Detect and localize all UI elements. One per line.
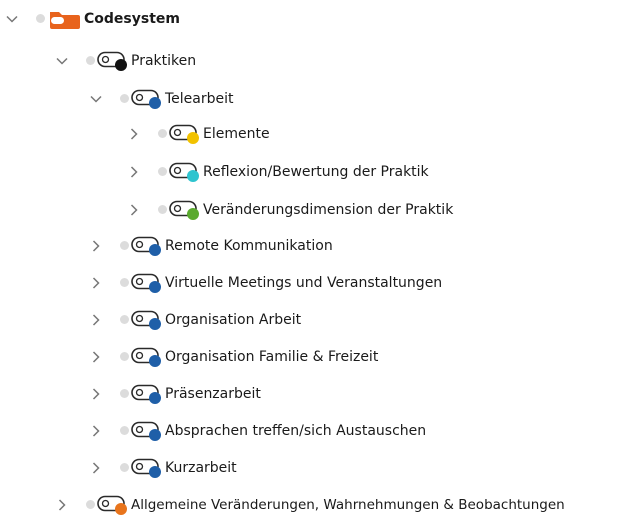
code-icon-blue	[131, 273, 163, 293]
tree-node-label: Telearbeit	[165, 90, 234, 107]
tree-node-absprachen[interactable]: Absprachen treffen/sich Austauschen	[88, 412, 426, 449]
tree-node-label: Organisation Arbeit	[165, 311, 302, 328]
status-dot	[120, 278, 129, 287]
tree-node-label: Codesystem	[84, 10, 180, 27]
code-icon-yellow	[169, 124, 201, 144]
status-dot	[120, 315, 129, 324]
tree-node-virtuelle-meetings[interactable]: Virtuelle Meetings und Veranstaltungen	[88, 264, 442, 301]
status-dot	[36, 14, 45, 23]
code-system-tree: Codesystem Praktiken Telearbeit Elemente…	[0, 0, 644, 517]
tree-node-organisation-arbeit[interactable]: Organisation Arbeit	[88, 301, 301, 338]
codesystem-folder-icon	[47, 8, 81, 30]
tree-node-kurzarbeit[interactable]: Kurzarbeit	[88, 449, 237, 486]
code-icon-blue	[131, 384, 163, 404]
chevron-right-icon[interactable]	[88, 423, 104, 439]
tree-node-praktiken[interactable]: Praktiken	[54, 42, 196, 79]
chevron-right-icon[interactable]	[88, 460, 104, 476]
code-icon-cyan	[169, 162, 201, 182]
tree-node-remote-kommunikation[interactable]: Remote Kommunikation	[88, 227, 333, 264]
status-dot	[158, 167, 167, 176]
chevron-down-icon[interactable]	[4, 11, 20, 27]
chevron-right-icon[interactable]	[54, 497, 70, 513]
status-dot	[120, 389, 129, 398]
chevron-right-icon[interactable]	[126, 164, 142, 180]
status-dot	[120, 426, 129, 435]
tree-node-praesenzarbeit[interactable]: Präsenzarbeit	[88, 375, 261, 412]
chevron-right-icon[interactable]	[126, 126, 142, 142]
status-dot	[120, 241, 129, 250]
status-dot	[120, 463, 129, 472]
tree-node-label: Allgemeine Veränderungen, Wahrnehmungen …	[131, 496, 565, 513]
chevron-right-icon[interactable]	[88, 386, 104, 402]
code-icon-blue	[131, 458, 163, 478]
tree-node-label: Kurzarbeit	[165, 459, 237, 476]
tree-node-label: Elemente	[203, 125, 270, 142]
tree-node-organisation-familie[interactable]: Organisation Familie & Freizeit	[88, 338, 378, 375]
code-icon-blue	[131, 421, 163, 441]
chevron-right-icon[interactable]	[88, 238, 104, 254]
status-dot	[120, 94, 129, 103]
tree-node-elemente[interactable]: Elemente	[126, 115, 270, 152]
tree-node-allgemeine-veraenderungen[interactable]: Allgemeine Veränderungen, Wahrnehmungen …	[54, 486, 565, 523]
tree-node-label: Absprachen treffen/sich Austauschen	[165, 422, 427, 439]
chevron-right-icon[interactable]	[88, 275, 104, 291]
code-icon-blue	[131, 310, 163, 330]
code-icon-blue	[131, 89, 163, 109]
tree-node-label: Veränderungsdimension der Praktik	[203, 201, 454, 218]
tree-node-label: Virtuelle Meetings und Veranstaltungen	[165, 274, 443, 291]
tree-node-codesystem[interactable]: Codesystem	[4, 0, 180, 37]
code-icon-blue	[131, 347, 163, 367]
chevron-right-icon[interactable]	[88, 349, 104, 365]
tree-node-telearbeit[interactable]: Telearbeit	[88, 80, 234, 117]
status-dot	[86, 500, 95, 509]
tree-node-label: Remote Kommunikation	[165, 237, 333, 254]
status-dot	[158, 129, 167, 138]
status-dot	[158, 205, 167, 214]
chevron-down-icon[interactable]	[54, 53, 70, 69]
chevron-right-icon[interactable]	[88, 312, 104, 328]
code-icon-green	[169, 200, 201, 220]
chevron-right-icon[interactable]	[126, 202, 142, 218]
tree-node-label: Präsenzarbeit	[165, 385, 261, 402]
tree-node-label: Praktiken	[131, 52, 197, 69]
tree-node-veraenderungsdimension[interactable]: Veränderungsdimension der Praktik	[126, 191, 453, 228]
code-icon-blue	[131, 236, 163, 256]
chevron-down-icon[interactable]	[88, 91, 104, 107]
status-dot	[120, 352, 129, 361]
code-icon-black	[97, 51, 129, 71]
code-icon-orange	[97, 495, 129, 515]
tree-node-reflexion[interactable]: Reflexion/Bewertung der Praktik	[126, 153, 429, 190]
tree-node-label: Reflexion/Bewertung der Praktik	[203, 163, 429, 180]
tree-node-label: Organisation Familie & Freizeit	[165, 348, 379, 365]
status-dot	[86, 56, 95, 65]
